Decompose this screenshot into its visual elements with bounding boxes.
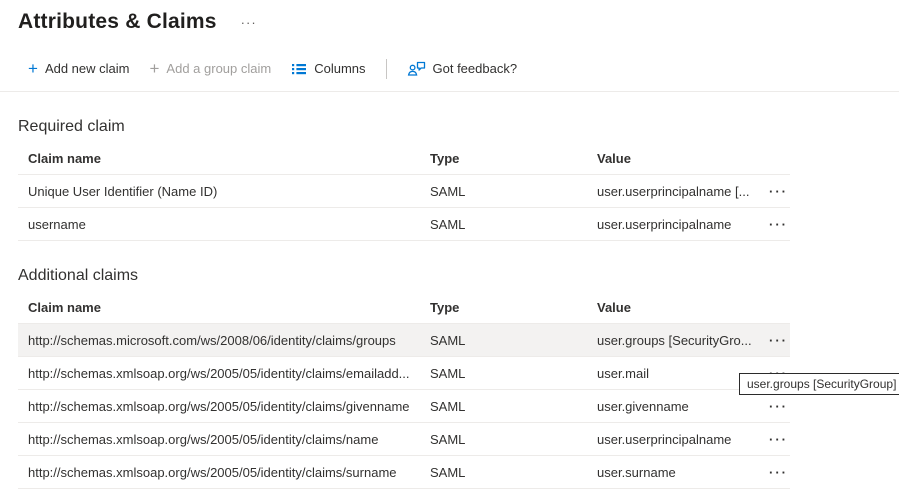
row-more-actions-button[interactable]: ··· <box>769 184 790 199</box>
table-header-row: Claim name Type Value <box>18 291 790 324</box>
claim-value-cell: user.userprincipalname [... <box>597 184 757 199</box>
claim-name-cell: http://schemas.xmlsoap.org/ws/2005/05/id… <box>18 366 430 381</box>
plus-icon: + <box>149 60 159 77</box>
claim-value-cell: user.mail <box>597 366 757 381</box>
claim-name-cell: http://schemas.xmlsoap.org/ws/2005/05/id… <box>18 432 430 447</box>
column-header-claim-name: Claim name <box>18 151 430 166</box>
claim-name-cell: http://schemas.xmlsoap.org/ws/2005/05/id… <box>18 465 430 480</box>
row-more-actions-button[interactable]: ··· <box>769 465 790 480</box>
claim-value-cell: user.userprincipalname <box>597 432 757 447</box>
claim-row[interactable]: http://schemas.xmlsoap.org/ws/2005/05/id… <box>18 423 790 456</box>
claim-type-cell: SAML <box>430 333 597 348</box>
claim-row[interactable]: http://schemas.microsoft.com/ws/2008/06/… <box>18 324 790 357</box>
claim-value-cell: user.userprincipalname <box>597 217 757 232</box>
claim-type-cell: SAML <box>430 399 597 414</box>
page-title: Attributes & Claims <box>18 10 217 34</box>
claim-name-cell: Unique User Identifier (Name ID) <box>18 184 430 199</box>
page-header: Attributes & Claims ··· <box>0 0 899 34</box>
claim-row[interactable]: http://schemas.xmlsoap.org/ws/2005/05/id… <box>18 456 790 489</box>
add-new-claim-label: Add new claim <box>45 61 130 76</box>
claim-value-cell: user.givenname <box>597 399 757 414</box>
add-group-claim-label: Add a group claim <box>166 61 271 76</box>
page-more-button[interactable]: ··· <box>241 15 257 30</box>
column-header-type: Type <box>430 300 597 315</box>
got-feedback-button[interactable]: Got feedback? <box>397 57 528 81</box>
claim-row[interactable]: http://schemas.xmlsoap.org/ws/2005/05/id… <box>18 357 790 390</box>
required-claim-section-title: Required claim <box>18 118 899 136</box>
row-more-actions-button[interactable]: ··· <box>769 217 790 232</box>
row-more-actions-button[interactable]: ··· <box>769 399 790 414</box>
column-header-value: Value <box>597 300 757 315</box>
column-header-claim-name: Claim name <box>18 300 430 315</box>
claim-type-cell: SAML <box>430 432 597 447</box>
table-header-row: Claim name Type Value <box>18 142 790 175</box>
add-group-claim-button: + Add a group claim <box>139 56 281 81</box>
command-bar: + Add new claim + Add a group claim Colu… <box>0 58 899 92</box>
got-feedback-label: Got feedback? <box>433 61 518 76</box>
additional-claims-table: Claim name Type Value http://schemas.mic… <box>18 291 790 489</box>
columns-label: Columns <box>314 61 365 76</box>
claim-row[interactable]: username SAML user.userprincipalname ··· <box>18 208 790 241</box>
claim-type-cell: SAML <box>430 184 597 199</box>
column-header-type: Type <box>430 151 597 166</box>
claim-row[interactable]: http://schemas.xmlsoap.org/ws/2005/05/id… <box>18 390 790 423</box>
toolbar-divider <box>386 59 387 79</box>
add-new-claim-button[interactable]: + Add new claim <box>18 56 139 81</box>
claim-name-cell: username <box>18 217 430 232</box>
claim-type-cell: SAML <box>430 217 597 232</box>
value-tooltip: user.groups [SecurityGroup] <box>739 373 899 395</box>
columns-button[interactable]: Columns <box>281 57 375 81</box>
plus-icon: + <box>28 60 38 77</box>
row-more-actions-button[interactable]: ··· <box>769 432 790 447</box>
column-header-value: Value <box>597 151 757 166</box>
claim-name-cell: http://schemas.xmlsoap.org/ws/2005/05/id… <box>18 399 430 414</box>
claim-name-cell: http://schemas.microsoft.com/ws/2008/06/… <box>18 333 430 348</box>
claim-type-cell: SAML <box>430 366 597 381</box>
claim-type-cell: SAML <box>430 465 597 480</box>
feedback-icon <box>407 61 426 77</box>
row-more-actions-button[interactable]: ··· <box>769 333 790 348</box>
claim-row[interactable]: Unique User Identifier (Name ID) SAML us… <box>18 175 790 208</box>
additional-claims-section-title: Additional claims <box>18 267 899 285</box>
claim-value-cell: user.groups [SecurityGro... <box>597 333 757 348</box>
columns-icon <box>291 61 307 77</box>
required-claim-table: Claim name Type Value Unique User Identi… <box>18 142 790 241</box>
claim-value-cell: user.surname <box>597 465 757 480</box>
